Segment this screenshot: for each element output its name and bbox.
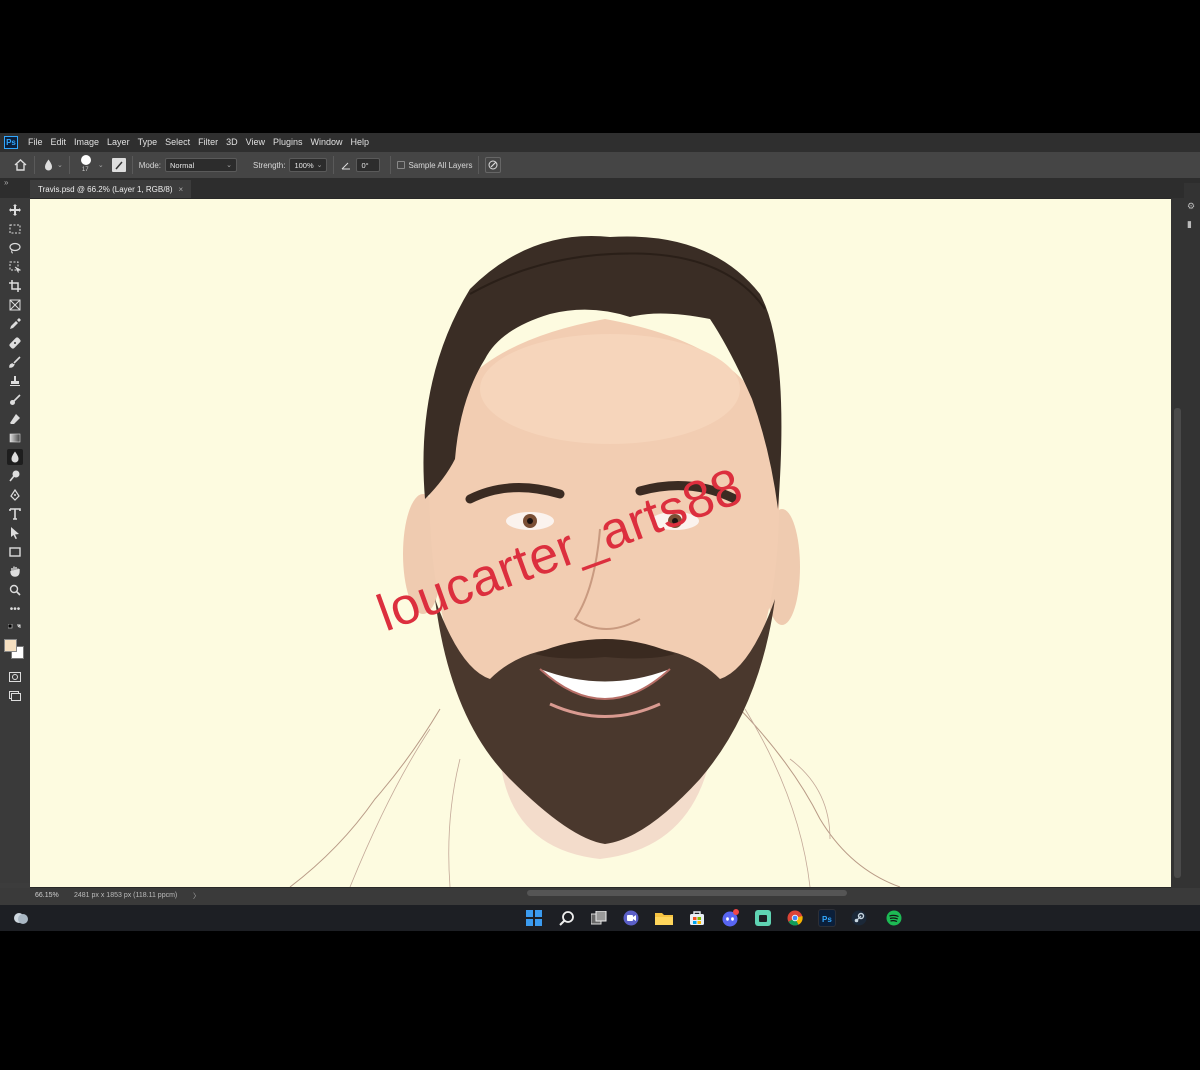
menu-view[interactable]: View: [242, 133, 269, 152]
pen-tool-icon[interactable]: [7, 487, 23, 503]
menu-edit[interactable]: Edit: [47, 133, 71, 152]
search-icon[interactable]: [558, 909, 576, 927]
zoom-tool-icon[interactable]: [7, 582, 23, 598]
document-dimensions: 2481 px x 1853 px (118.11 ppcm): [74, 892, 178, 899]
foreground-color-swatch[interactable]: [4, 639, 17, 652]
steam-icon[interactable]: [850, 909, 868, 927]
horizontal-scroll-thumb[interactable]: [527, 890, 847, 896]
properties-icon[interactable]: ⚙: [1187, 201, 1195, 212]
screen-mode-icon[interactable]: [7, 688, 23, 704]
menu-window[interactable]: Window: [307, 133, 347, 152]
document-canvas-area[interactable]: loucarter_arts88: [30, 198, 1184, 888]
collapse-panels-icon[interactable]: »: [4, 178, 8, 187]
right-panel-strip: ⚙ ▮: [1184, 183, 1200, 893]
menu-select[interactable]: Select: [161, 133, 194, 152]
menu-file[interactable]: File: [24, 133, 47, 152]
document-tab-title: Travis.psd @ 66.2% (Layer 1, RGB/8): [38, 184, 173, 194]
tools-panel: •••: [0, 198, 30, 883]
marquee-tool-icon[interactable]: [7, 221, 23, 237]
more-tools-icon[interactable]: •••: [7, 601, 23, 617]
spotify-icon[interactable]: [885, 909, 903, 927]
brush-tool-icon[interactable]: [7, 354, 23, 370]
mode-select[interactable]: Normal ⌄: [164, 158, 237, 172]
blur-tool-icon[interactable]: [7, 449, 23, 465]
crop-tool-icon[interactable]: [7, 278, 23, 294]
angle-input[interactable]: 0°: [356, 158, 381, 172]
horizontal-scrollbar[interactable]: [520, 889, 1170, 897]
strength-chevron-icon: ⌄: [316, 162, 323, 169]
menu-bar: Ps File Edit Image Layer Type Select Fil…: [0, 133, 1200, 152]
options-bar: ⌄ 17 ⌄ Mode: Normal ⌄ Strength: 100% ⌄ 0…: [0, 152, 1200, 178]
type-tool-icon[interactable]: [7, 506, 23, 522]
frame-tool-icon[interactable]: [7, 297, 23, 313]
menu-help[interactable]: Help: [347, 133, 374, 152]
photoshop-taskbar-icon[interactable]: Ps: [818, 909, 836, 927]
photoshop-window: Ps File Edit Image Layer Type Select Fil…: [0, 133, 1200, 905]
home-icon[interactable]: [12, 157, 28, 173]
menu-filter[interactable]: Filter: [194, 133, 222, 152]
svg-text:Ps: Ps: [822, 915, 832, 924]
mode-value: Normal: [169, 160, 195, 170]
healing-tool-icon[interactable]: [7, 335, 23, 351]
clone-stamp-tool-icon[interactable]: [7, 373, 23, 389]
history-brush-tool-icon[interactable]: [7, 392, 23, 408]
weather-widget-icon[interactable]: [12, 910, 30, 926]
brush-preset-picker[interactable]: 17: [76, 153, 96, 177]
menu-image[interactable]: Image: [70, 133, 103, 152]
teams-chat-icon[interactable]: [622, 909, 640, 927]
document-tab-bar: » Travis.psd @ 66.2% (Layer 1, RGB/8) ×: [0, 178, 1200, 198]
file-explorer-icon[interactable]: [655, 909, 673, 927]
gradient-tool-icon[interactable]: [7, 430, 23, 446]
menu-3d[interactable]: 3D: [222, 133, 242, 152]
artwork-canvas[interactable]: loucarter_arts88: [30, 199, 1171, 887]
task-view-icon[interactable]: [590, 909, 608, 927]
swap-colors-icon[interactable]: [7, 621, 23, 637]
microsoft-store-icon[interactable]: [688, 909, 706, 927]
menu-type[interactable]: Type: [134, 133, 162, 152]
windows-start-icon[interactable]: [525, 909, 543, 927]
vertical-scrollbar[interactable]: [1171, 198, 1184, 888]
photoshop-logo-icon: Ps: [4, 136, 18, 149]
green-app-icon[interactable]: [754, 909, 772, 927]
lasso-tool-icon[interactable]: [7, 240, 23, 256]
blur-drop-icon[interactable]: [41, 157, 55, 173]
comments-icon[interactable]: ▮: [1187, 219, 1192, 230]
zoom-level[interactable]: 66.15%: [35, 892, 59, 899]
brush-settings-icon[interactable]: [111, 158, 126, 172]
tool-preset-chevron-icon[interactable]: ⌄: [57, 161, 63, 169]
brush-picker-chevron-icon[interactable]: ⌄: [98, 161, 104, 169]
sample-all-layers-checkbox[interactable]: [397, 161, 406, 169]
hand-tool-icon[interactable]: [7, 563, 23, 579]
sample-all-layers-label: Sample All Layers: [408, 160, 473, 170]
menu-plugins[interactable]: Plugins: [269, 133, 307, 152]
windows-taskbar: Ps: [0, 905, 1200, 931]
quick-mask-icon[interactable]: [7, 669, 23, 685]
rectangle-tool-icon[interactable]: [7, 544, 23, 560]
mode-label: Mode:: [138, 160, 161, 170]
eraser-tool-icon[interactable]: [7, 411, 23, 427]
dodge-tool-icon[interactable]: [7, 468, 23, 484]
brush-size-value: 17: [81, 167, 89, 173]
move-tool-icon[interactable]: [7, 202, 23, 218]
chrome-icon[interactable]: [786, 909, 804, 927]
angle-icon: [340, 161, 352, 170]
vertical-scroll-thumb[interactable]: [1174, 408, 1181, 878]
path-select-tool-icon[interactable]: [7, 525, 23, 541]
eyedropper-tool-icon[interactable]: [7, 316, 23, 332]
color-swatches[interactable]: [4, 639, 26, 661]
discord-icon[interactable]: [721, 909, 739, 927]
angle-value: 0°: [361, 160, 369, 170]
document-tab[interactable]: Travis.psd @ 66.2% (Layer 1, RGB/8) ×: [30, 180, 192, 198]
mode-chevron-icon: ⌄: [226, 162, 232, 169]
strength-label: Strength:: [252, 160, 286, 170]
menu-layer[interactable]: Layer: [103, 133, 134, 152]
object-select-tool-icon[interactable]: [7, 259, 23, 275]
brush-tip-icon: [80, 155, 91, 165]
close-tab-icon[interactable]: ×: [179, 185, 184, 194]
strength-value: 100%: [294, 160, 314, 170]
pressure-icon[interactable]: [485, 157, 502, 173]
status-menu-arrow-icon[interactable]: 〉: [193, 891, 200, 901]
strength-input[interactable]: 100% ⌄: [289, 158, 328, 172]
